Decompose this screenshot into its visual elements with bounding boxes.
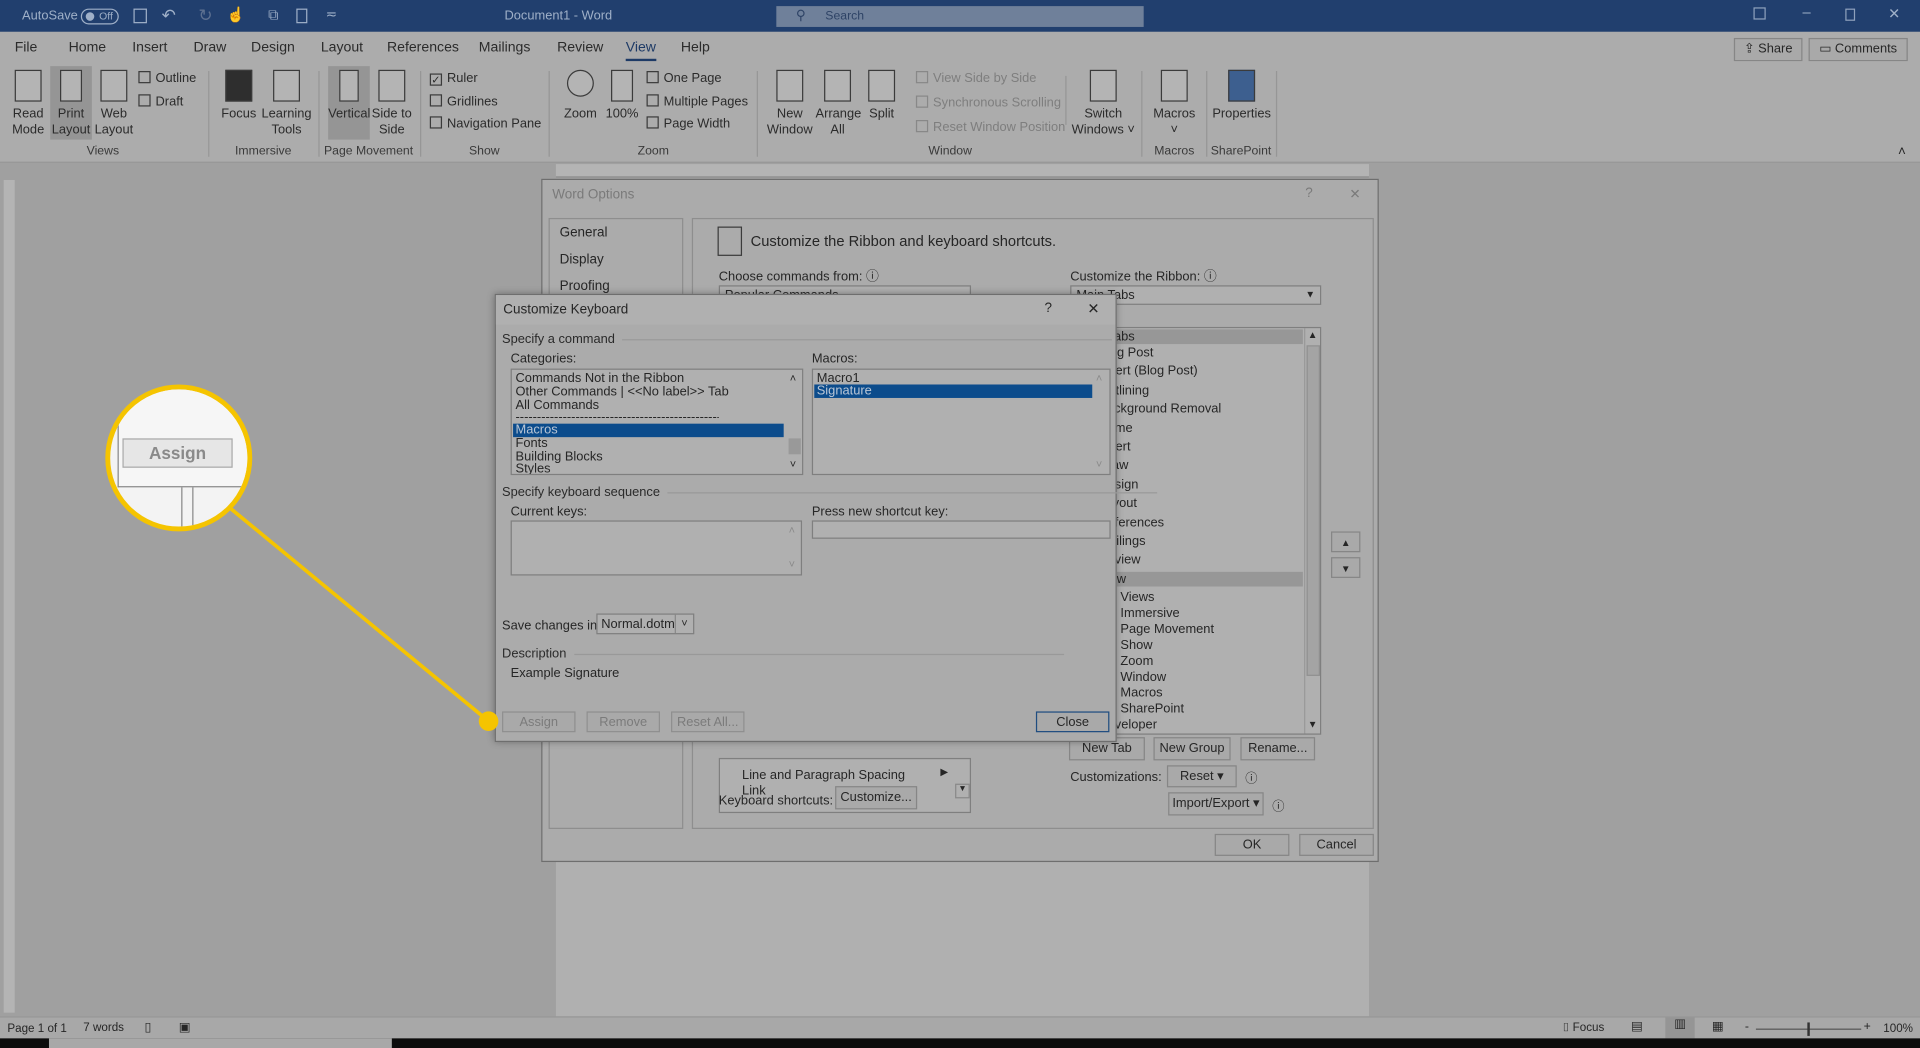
callout-connector: [229, 506, 499, 732]
callout-line: [229, 506, 490, 723]
callout-dot: [478, 711, 499, 732]
zoomed-divider: [181, 487, 194, 527]
zoomed-assign-button: Assign: [122, 438, 233, 468]
word-window: AutoSave Off ↶ ↻ ☝ ⧉ ≂ Document1 - Word …: [0, 0, 1920, 1048]
magnifier-callout: Assign: [105, 384, 253, 532]
